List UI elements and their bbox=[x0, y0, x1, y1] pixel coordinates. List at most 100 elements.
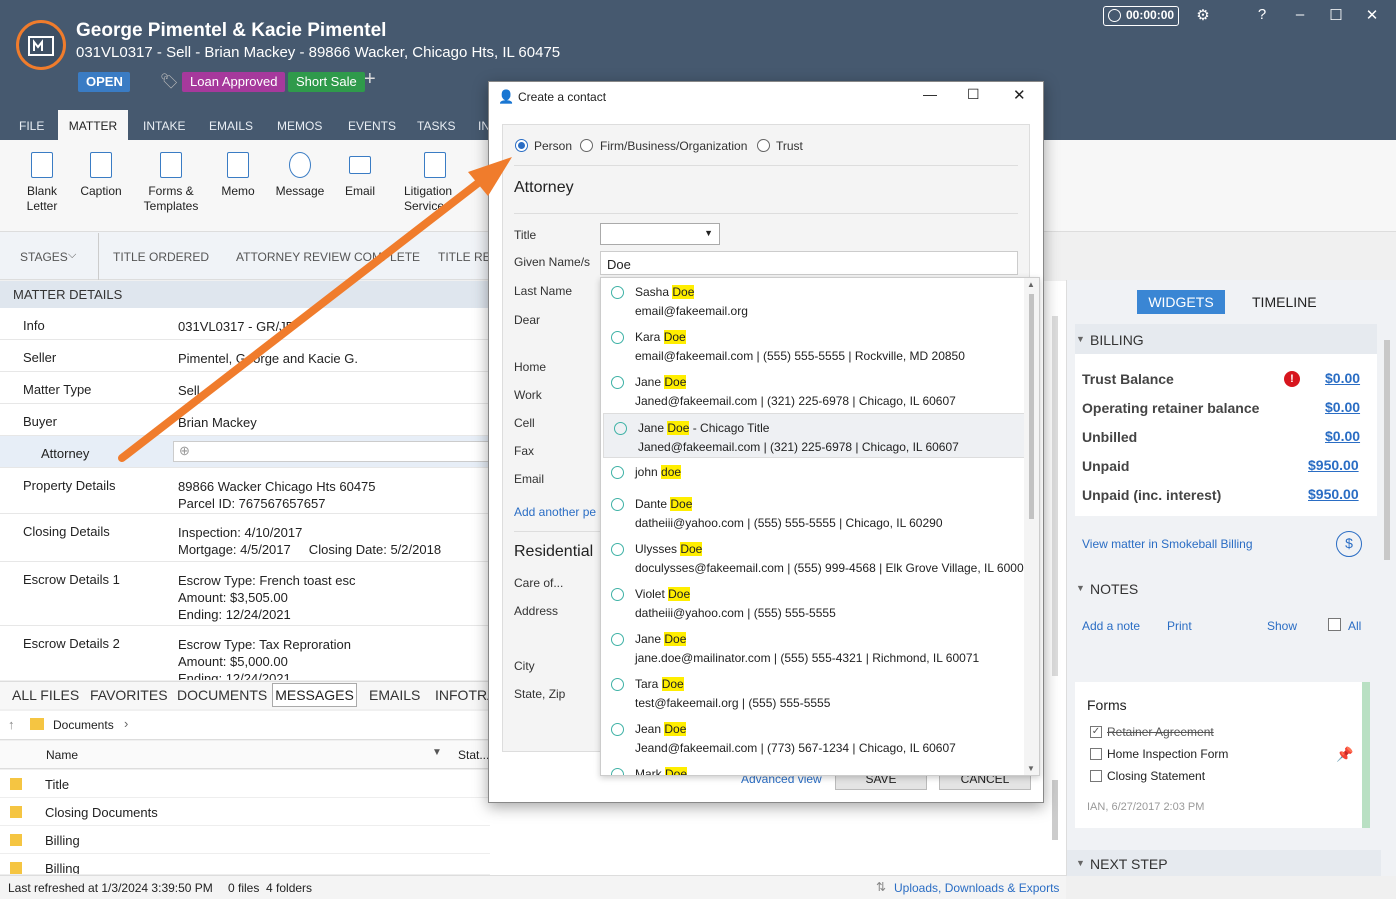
detail-row-attorney[interactable]: Attorney ⊕ bbox=[0, 436, 490, 468]
trust-balance-value[interactable]: $0.00 bbox=[1325, 370, 1360, 386]
sort-icon[interactable]: ▼ bbox=[432, 747, 442, 758]
unbilled-value[interactable]: $0.00 bbox=[1325, 428, 1360, 444]
tab-documents[interactable]: DOCUMENTS bbox=[177, 687, 267, 703]
tab-messages[interactable]: MESSAGES bbox=[272, 683, 357, 707]
add-another-link[interactable]: Add another pe bbox=[514, 505, 596, 519]
form-checkbox[interactable] bbox=[1090, 748, 1102, 760]
suggestion-item[interactable]: Violet Doe datheiii@yahoo.com | (555) 555… bbox=[601, 580, 1023, 625]
form-item[interactable]: Retainer Agreement bbox=[1107, 725, 1214, 739]
form-item[interactable]: Closing Statement bbox=[1107, 769, 1205, 783]
show-link[interactable]: Show bbox=[1267, 619, 1297, 633]
form-checkbox-checked[interactable]: ✓ bbox=[1090, 726, 1102, 738]
detail-row-info[interactable]: Info 031VL0317 - GR/JP bbox=[0, 308, 490, 340]
suggestion-item[interactable]: Sasha Doe email@fakeemail.org bbox=[601, 278, 1023, 323]
widgets-tab[interactable]: WIDGETS bbox=[1137, 290, 1225, 314]
help-icon[interactable]: ? bbox=[1252, 6, 1272, 23]
operating-balance-value[interactable]: $0.00 bbox=[1325, 399, 1360, 415]
detail-row-property[interactable]: Property Details 89866 Wacker Chicago Hts… bbox=[0, 468, 490, 514]
show-all-checkbox[interactable] bbox=[1328, 618, 1341, 631]
add-icon[interactable]: ⊕ bbox=[179, 443, 190, 459]
tab-file[interactable]: FILE bbox=[19, 119, 44, 133]
email-button[interactable]: Email bbox=[340, 152, 380, 199]
tab-tasks[interactable]: TASKS bbox=[417, 119, 455, 133]
collapse-icon[interactable]: ▼ bbox=[1076, 583, 1085, 593]
detail-row-escrow-2[interactable]: Escrow Details 2 Escrow Type: Tax Reprora… bbox=[0, 626, 490, 680]
given-name-input[interactable]: Doe bbox=[600, 251, 1018, 275]
forms-templates-button[interactable]: Forms & Templates bbox=[140, 152, 202, 214]
detail-row-closing[interactable]: Closing Details Inspection: 4/10/2017 Mort… bbox=[0, 514, 490, 562]
collapse-icon[interactable]: ▼ bbox=[1076, 858, 1085, 868]
print-link[interactable]: Print bbox=[1167, 619, 1192, 633]
stages-dropdown[interactable]: STAGES bbox=[20, 250, 68, 264]
suggestion-item[interactable]: Mark Doe bbox=[601, 760, 1023, 775]
tag-loan-approved[interactable]: Loan Approved bbox=[182, 72, 286, 92]
status-badge[interactable]: OPEN bbox=[78, 72, 130, 92]
scroll-thumb[interactable] bbox=[1029, 294, 1034, 519]
tag-icon[interactable]: 🏷 bbox=[160, 72, 179, 90]
pin-icon[interactable]: 📌 bbox=[1336, 746, 1353, 763]
dollar-icon[interactable]: $ bbox=[1336, 531, 1362, 557]
detail-row-escrow-1[interactable]: Escrow Details 1 Escrow Type: French toas… bbox=[0, 562, 490, 626]
up-arrow-icon[interactable]: ↑ bbox=[8, 717, 15, 732]
suggestion-item[interactable]: Jane Doe - Chicago Title Janed@fakeemail.… bbox=[603, 413, 1025, 458]
unpaid-value[interactable]: $950.00 bbox=[1308, 457, 1359, 473]
message-button[interactable]: Message bbox=[274, 152, 326, 199]
attorney-input[interactable]: ⊕ bbox=[173, 441, 490, 462]
title-select[interactable]: ▼ bbox=[600, 223, 720, 245]
tab-events[interactable]: EVENTS bbox=[348, 119, 396, 133]
suggestion-item[interactable]: Kara Doe email@fakeemail.com | (555) 555-… bbox=[601, 323, 1023, 368]
uploads-link[interactable]: Uploads, Downloads & Exports bbox=[894, 881, 1059, 895]
close-icon[interactable]: ✕ bbox=[1013, 86, 1026, 104]
add-tag-icon[interactable]: + bbox=[364, 68, 376, 91]
chevron-right-icon[interactable]: › bbox=[124, 716, 128, 731]
all-link[interactable]: All bbox=[1348, 619, 1361, 633]
tab-favorites[interactable]: FAVORITES bbox=[90, 687, 168, 703]
tab-emails-files[interactable]: EMAILS bbox=[369, 687, 420, 703]
gear-icon[interactable]: ⚙ bbox=[1193, 6, 1213, 24]
form-checkbox[interactable] bbox=[1090, 770, 1102, 782]
detail-row-seller[interactable]: Seller Pimentel, George and Kacie G. bbox=[0, 340, 490, 372]
close-icon[interactable]: ✕ bbox=[1362, 6, 1382, 24]
suggestion-item[interactable]: Jane Doe jane.doe@mailinator.com | (555) … bbox=[601, 625, 1023, 670]
form-item[interactable]: Home Inspection Form bbox=[1107, 747, 1228, 761]
stage-attorney-review[interactable]: ATTORNEY REVIEW COMPLETE bbox=[236, 250, 420, 264]
tag-short-sale[interactable]: Short Sale bbox=[288, 72, 365, 92]
dropdown-scrollbar[interactable]: ▲ ▼ bbox=[1024, 278, 1039, 775]
minimize-icon[interactable]: – bbox=[1290, 6, 1310, 23]
add-note-link[interactable]: Add a note bbox=[1082, 619, 1140, 633]
maximize-icon[interactable]: ☐ bbox=[967, 86, 980, 103]
tab-intake[interactable]: INTAKE bbox=[143, 119, 185, 133]
unpaid-interest-value[interactable]: $950.00 bbox=[1308, 486, 1359, 502]
person-radio[interactable] bbox=[515, 139, 528, 152]
memo-button[interactable]: Memo bbox=[216, 152, 260, 199]
view-billing-link[interactable]: View matter in Smokeball Billing bbox=[1082, 537, 1253, 551]
suggestion-item[interactable]: Tara Doe test@fakeemail.org | (555) 555-5… bbox=[601, 670, 1023, 715]
right-scrollbar[interactable] bbox=[1384, 340, 1390, 560]
suggestion-item[interactable]: Jean Doe Jeand@fakeemail.com | (773) 567-… bbox=[601, 715, 1023, 760]
collapse-icon[interactable]: ▼ bbox=[1076, 334, 1085, 344]
scrollbar[interactable] bbox=[1052, 780, 1058, 840]
folder-row[interactable]: Closing Documents bbox=[0, 798, 490, 826]
maximize-icon[interactable]: ☐ bbox=[1326, 6, 1346, 24]
timer-button[interactable]: 00:00:00 bbox=[1103, 6, 1179, 26]
folder-row[interactable]: Billing bbox=[0, 854, 490, 875]
firm-radio[interactable] bbox=[580, 139, 593, 152]
tab-matter[interactable]: MATTER bbox=[58, 110, 128, 140]
tab-all-files[interactable]: ALL FILES bbox=[12, 687, 79, 703]
folder-row[interactable]: Billing bbox=[0, 826, 490, 854]
timeline-tab[interactable]: TIMELINE bbox=[1252, 294, 1317, 310]
minimize-icon[interactable]: — bbox=[923, 86, 937, 102]
scroll-up-icon[interactable]: ▲ bbox=[1027, 280, 1035, 289]
litigation-services-button[interactable]: Litigation Services bbox=[404, 152, 464, 214]
detail-row-buyer[interactable]: Buyer Brian Mackey bbox=[0, 404, 490, 436]
scroll-down-icon[interactable]: ▼ bbox=[1027, 764, 1035, 773]
scrollbar[interactable] bbox=[1052, 316, 1058, 676]
blank-letter-button[interactable]: Blank Letter bbox=[22, 152, 62, 214]
suggestion-item[interactable]: Ulysses Doe doculysses@fakeemail.com | (5… bbox=[601, 535, 1030, 580]
suggestion-item[interactable]: Dante Doe datheiii@yahoo.com | (555) 555-… bbox=[601, 490, 1023, 535]
trust-radio[interactable] bbox=[757, 139, 770, 152]
folder-row[interactable]: Title bbox=[0, 770, 490, 798]
tab-emails[interactable]: EMAILS bbox=[209, 119, 253, 133]
suggestion-item[interactable]: Jane Doe Janed@fakeemail.com | (321) 225-… bbox=[601, 368, 1023, 413]
caption-button[interactable]: Caption bbox=[78, 152, 124, 199]
